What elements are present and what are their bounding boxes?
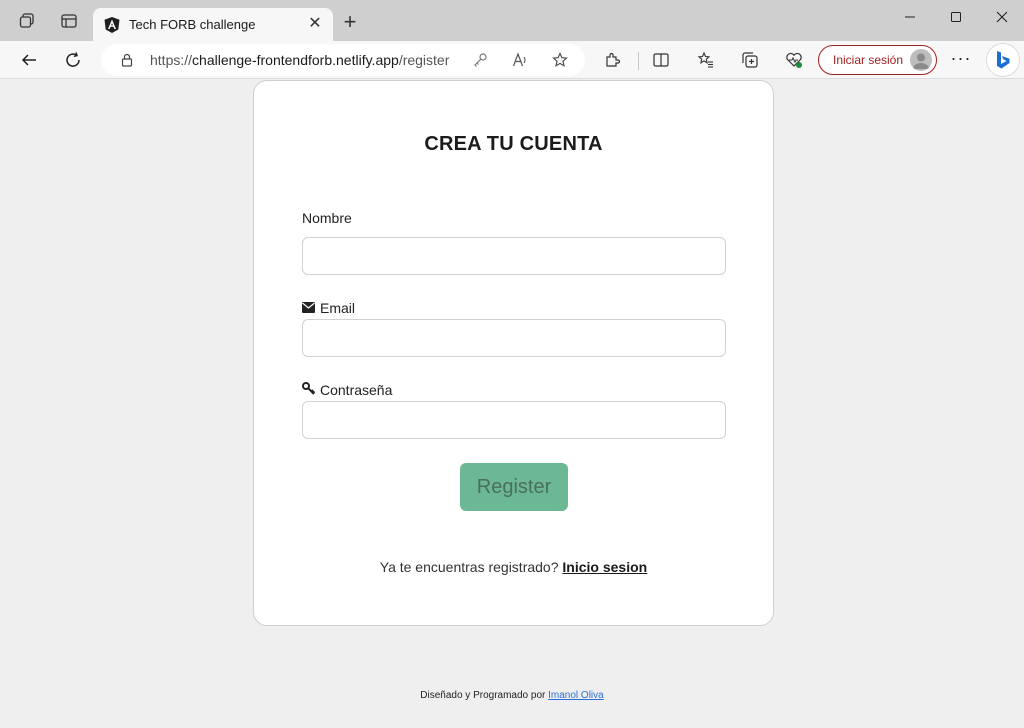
password-field[interactable]	[302, 401, 726, 439]
credit-footer: Diseñado y Programado por Imanol Oliva	[3, 690, 1021, 701]
new-tab-icon[interactable]: +	[338, 11, 362, 35]
browser-essentials-icon[interactable]	[785, 51, 803, 69]
close-tab-icon[interactable]: ✕	[305, 14, 325, 34]
favorites-icon[interactable]	[697, 51, 715, 69]
bing-copilot-icon[interactable]	[987, 44, 1019, 76]
register-button[interactable]: Register	[460, 463, 568, 511]
key-icon[interactable]	[472, 52, 488, 68]
password-label: Contraseña	[302, 382, 392, 398]
key-icon	[302, 382, 316, 398]
browser-toolbar: https://challenge-frontendforb.netlify.a…	[0, 41, 1024, 79]
sign-in-label: Iniciar sesión	[833, 53, 904, 67]
angular-icon	[103, 16, 121, 34]
url-text[interactable]: https://challenge-frontendforb.netlify.a…	[150, 52, 449, 68]
back-icon[interactable]	[18, 49, 40, 71]
page-title: CREA TU CUENTA	[424, 133, 603, 155]
login-prompt-text: Ya te encuentras registrado?	[379, 559, 559, 575]
lock-icon[interactable]	[119, 52, 135, 68]
login-prompt: Ya te encuentras registrado? Inicio sesi…	[254, 559, 773, 575]
envelope-icon	[302, 300, 315, 316]
register-card: CREA TU CUENTA Nombre Email Contraseña R…	[253, 80, 774, 626]
page-viewport: CREA TU CUENTA Nombre Email Contraseña R…	[3, 80, 1021, 725]
author-link[interactable]: Imanol Oliva	[548, 690, 604, 701]
toolbar-divider	[638, 52, 639, 70]
split-screen-icon[interactable]	[652, 51, 670, 69]
name-label: Nombre	[302, 210, 352, 226]
favorite-star-icon[interactable]	[552, 52, 568, 68]
maximize-icon[interactable]	[936, 4, 976, 30]
tab-title: Tech FORB challenge	[129, 17, 256, 32]
read-aloud-icon[interactable]	[512, 52, 528, 68]
workspaces-icon[interactable]	[17, 11, 37, 31]
collections-icon[interactable]	[741, 51, 759, 69]
browser-tab-active[interactable]: Tech FORB challenge ✕	[93, 8, 333, 41]
sign-in-button[interactable]: Iniciar sesión	[818, 45, 937, 75]
profile-avatar-icon	[910, 49, 932, 71]
more-options-icon[interactable]: ···	[950, 49, 972, 71]
email-label: Email	[302, 300, 355, 316]
tab-actions-icon[interactable]	[59, 11, 79, 31]
address-bar[interactable]: https://challenge-frontendforb.netlify.a…	[101, 44, 585, 76]
extensions-icon[interactable]	[604, 51, 622, 69]
credit-text: Diseñado y Programado por	[420, 690, 546, 701]
refresh-icon[interactable]	[62, 49, 84, 71]
minimize-icon[interactable]	[890, 4, 930, 30]
browser-tabbar: Tech FORB challenge ✕ +	[0, 0, 1024, 41]
email-field[interactable]	[302, 319, 726, 357]
name-field[interactable]	[302, 237, 726, 275]
close-window-icon[interactable]	[982, 4, 1022, 30]
login-link[interactable]: Inicio sesion	[562, 559, 647, 575]
